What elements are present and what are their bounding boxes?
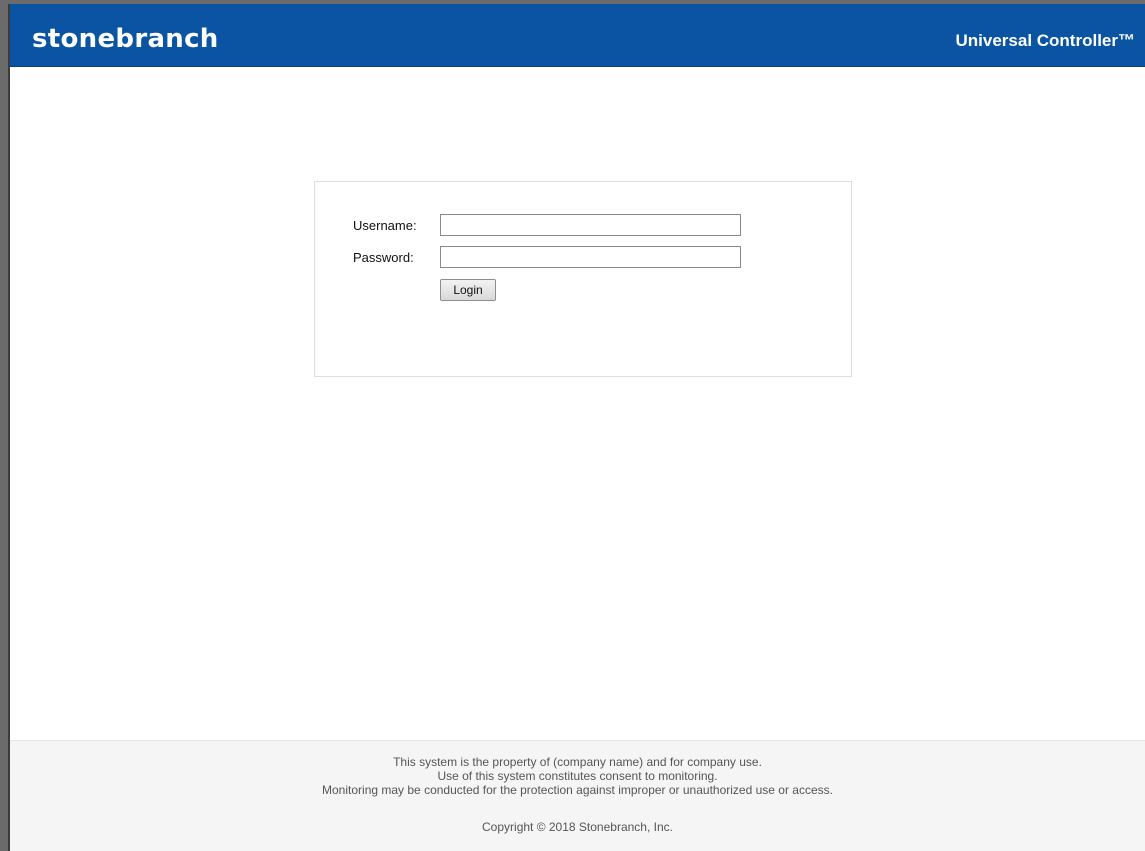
password-label: Password: — [353, 249, 414, 265]
footer: This system is the property of (company … — [10, 740, 1145, 851]
login-button[interactable]: Login — [440, 279, 496, 301]
notice-line-consent: Use of this system constitutes consent t… — [437, 769, 718, 783]
password-row: Password: — [353, 246, 741, 268]
product-title: Universal Controller™ — [955, 31, 1136, 50]
login-panel: Username: Password: Login — [314, 181, 852, 377]
header-bar: stonebranch Universal Controller™ — [10, 4, 1145, 67]
password-input[interactable] — [440, 246, 741, 268]
app-window: stonebranch Universal Controller™ Userna… — [8, 4, 1145, 851]
username-row: Username: — [353, 214, 741, 236]
notice-line-property: This system is the property of (company … — [393, 755, 762, 769]
brand-logo: stonebranch — [32, 24, 219, 54]
footer-notice: This system is the property of (company … — [10, 755, 1145, 797]
copyright-text: Copyright © 2018 Stonebranch, Inc. — [482, 820, 673, 834]
username-input[interactable] — [440, 214, 741, 236]
username-label: Username: — [353, 217, 417, 233]
notice-line-monitoring: Monitoring may be conducted for the prot… — [322, 783, 833, 797]
